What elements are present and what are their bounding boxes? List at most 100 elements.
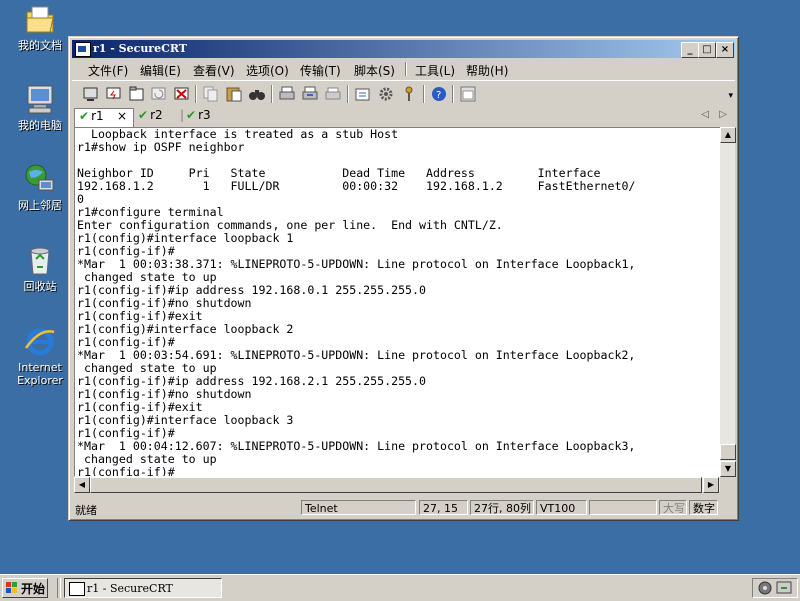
connected-check-icon: ✔ (138, 108, 149, 122)
desktop-icon-network[interactable]: 网上邻居 (6, 162, 74, 212)
connected-check-icon: ✔ (186, 108, 197, 122)
horizontal-scrollbar[interactable]: ◀ ▶ (74, 477, 720, 493)
reconnect-button[interactable] (150, 85, 168, 103)
status-size: 27行, 80列 (470, 500, 534, 515)
print-selection-icon (302, 86, 318, 100)
tab-close-icon[interactable]: × (117, 109, 127, 123)
disconnect-button[interactable] (173, 85, 191, 103)
help-button[interactable]: ? (430, 85, 448, 103)
printer-icon (325, 87, 341, 100)
taskbar-item-securecrt[interactable]: r1 - SecureCRT (64, 578, 222, 598)
scroll-thumb-horizontal[interactable] (90, 477, 702, 493)
menu-file[interactable]: 文件(F) (88, 62, 128, 79)
tab-scroll-left-icon[interactable]: ◁ (701, 109, 709, 120)
print-icon (279, 86, 295, 100)
title-bar[interactable]: r1 - SecureCRT _ □ × (72, 40, 735, 58)
scroll-left-icon[interactable]: ◀ (74, 477, 90, 493)
scroll-down-icon[interactable]: ▼ (720, 461, 736, 477)
my-computer-icon (23, 82, 57, 116)
toolbar-separator (423, 85, 425, 103)
maximize-button[interactable]: □ (698, 42, 716, 58)
copy-icon (203, 86, 218, 102)
terminal-output[interactable]: Loopback interface is treated as a stub … (74, 127, 721, 477)
terminal-line: r1(config-if)# (77, 465, 175, 477)
tab-r1[interactable]: ✔ r1 × (74, 108, 134, 127)
copy-button[interactable] (202, 85, 220, 103)
status-caps: 大写 (659, 500, 687, 515)
task-label: r1 - SecureCRT (87, 582, 173, 595)
print-setup-button[interactable] (324, 85, 342, 103)
window-title: r1 - SecureCRT (93, 42, 187, 55)
status-bar: 就绪 Telnet 27, 15 27行, 80列 VT100 大写 数字 (72, 497, 735, 517)
toolbar-separator (452, 85, 454, 103)
menu-help[interactable]: 帮助(H) (466, 62, 508, 79)
key-icon (405, 86, 413, 101)
reconnect-icon (151, 87, 166, 100)
menu-view[interactable]: 查看(V) (193, 62, 235, 79)
desktop-icon-label: 网上邻居 (18, 199, 62, 212)
disconnect-icon (174, 87, 189, 100)
scroll-thumb[interactable] (720, 444, 736, 460)
tray-icons[interactable] (753, 579, 797, 597)
recycle-bin-icon (23, 243, 57, 277)
session-options-icon (355, 88, 370, 101)
taskbar: 开始 r1 - SecureCRT (0, 574, 800, 601)
tab-separator: | (180, 108, 185, 122)
print-button[interactable] (278, 85, 296, 103)
scroll-up-icon[interactable]: ▲ (720, 127, 736, 143)
vertical-scrollbar[interactable]: ▲ ▼ (720, 127, 736, 477)
tab-r3[interactable]: | ✔ r3 (180, 108, 211, 126)
status-protocol: Telnet (301, 500, 416, 515)
menu-edit[interactable]: 编辑(E) (140, 62, 181, 79)
terminal-text: Loopback interface is treated as a stub … (75, 128, 720, 477)
quick-connect-icon (106, 87, 121, 100)
paste-button[interactable] (225, 85, 243, 103)
menu-separator (405, 62, 407, 76)
connect-button[interactable] (82, 85, 100, 103)
system-tray (752, 578, 798, 598)
menu-bar: 文件(F) 编辑(E) 查看(V) 选项(O) 传输(T) 脚本(S) 工具(L… (72, 59, 735, 79)
desktop-icon-my-computer[interactable]: 我的电脑 (6, 82, 74, 132)
gear-icon (379, 87, 393, 101)
desktop-icon-label: 我的文档 (18, 39, 62, 52)
connect-tab-icon (129, 86, 144, 101)
tab-scroll-right-icon[interactable]: ▷ (719, 109, 727, 120)
desktop-icon-recycle-bin[interactable]: 回收站 (6, 243, 74, 293)
taskbar-separator (57, 578, 61, 598)
desktop-icon-my-documents[interactable]: 我的文档 (6, 2, 74, 52)
connect-tab-button[interactable] (128, 85, 146, 103)
minimize-icon: _ (687, 44, 693, 55)
start-button[interactable]: 开始 (2, 578, 48, 598)
keymap-button[interactable] (400, 85, 418, 103)
desktop-icon-label: 我的电脑 (18, 119, 62, 132)
scroll-right-icon[interactable]: ▶ (703, 477, 719, 493)
menu-tools[interactable]: 工具(L) (415, 62, 455, 79)
close-button[interactable]: × (716, 42, 734, 58)
global-options-button[interactable] (377, 85, 395, 103)
tab-label: r1 (91, 109, 104, 123)
status-cursor: 27, 15 (419, 500, 468, 515)
connect-icon (83, 87, 98, 101)
print-selection-button[interactable] (301, 85, 319, 103)
toolbar-separator (271, 85, 273, 103)
toolbar-separator (195, 85, 197, 103)
session-tabs: ✔ r1 × ✔ r2 | ✔ r3 ◁ ▷ (72, 107, 735, 127)
desktop-icon-internet-explorer[interactable]: Internet Explorer (6, 324, 74, 387)
menu-script[interactable]: 脚本(S) (354, 62, 395, 79)
minimize-button[interactable]: _ (681, 42, 699, 58)
tab-r2[interactable]: ✔ r2 (138, 108, 163, 126)
app-icon (75, 42, 91, 57)
menu-transfer[interactable]: 传输(T) (300, 62, 341, 79)
toolbar-overflow-icon[interactable]: ▾ (728, 91, 733, 101)
my-documents-icon (23, 2, 57, 36)
status-emulation: VT100 (536, 500, 587, 515)
securecrt-window: r1 - SecureCRT _ □ × 文件(F) 编辑(E) 查看(V) 选… (68, 36, 739, 521)
paste-icon (226, 87, 242, 102)
quick-connect-button[interactable] (105, 85, 123, 103)
tab-label: r2 (150, 108, 163, 122)
menu-options[interactable]: 选项(O) (246, 62, 289, 79)
close-icon: × (720, 44, 730, 55)
about-button[interactable] (459, 85, 477, 103)
find-button[interactable] (248, 85, 266, 103)
session-options-button[interactable] (354, 85, 372, 103)
